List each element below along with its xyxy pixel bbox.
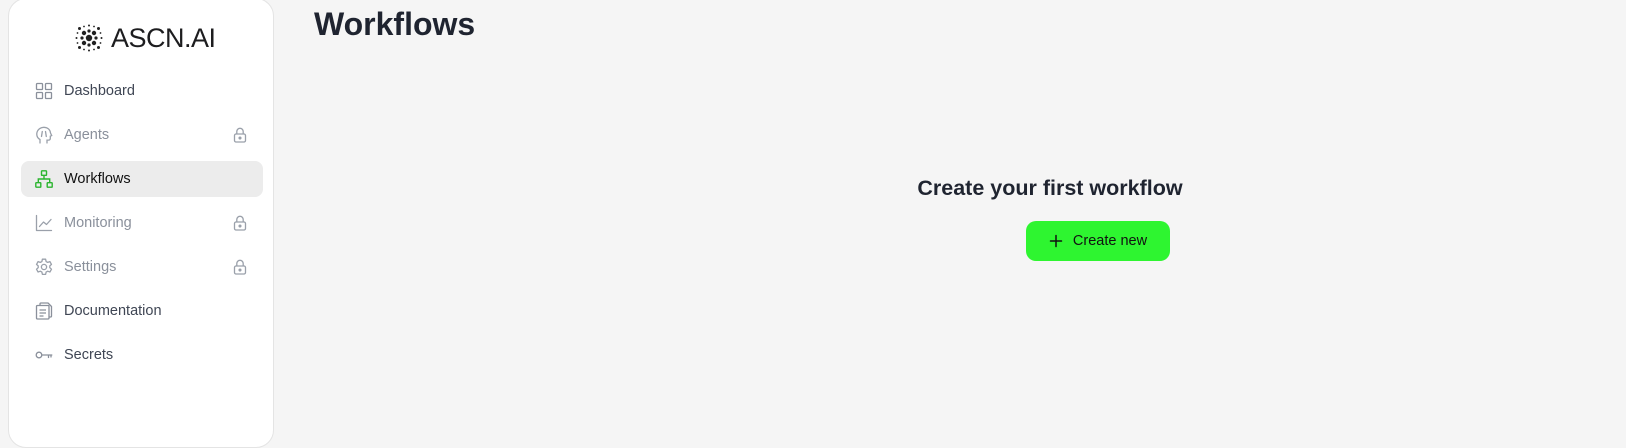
sidebar: ASCN.AI Dashboard Agents Workflows Monit… <box>8 0 274 448</box>
sidebar-item-label: Monitoring <box>64 215 132 231</box>
document-icon <box>34 301 54 321</box>
gear-icon <box>34 257 54 277</box>
page-title: Workflows <box>314 6 476 42</box>
lock-icon <box>231 258 249 276</box>
sidebar-item-agents[interactable]: Agents <box>21 117 263 153</box>
brand-name: ASCN.AI <box>111 22 216 53</box>
empty-state-title: Create your first workflow <box>917 176 1183 200</box>
create-new-button[interactable]: Create new <box>1026 221 1170 261</box>
sidebar-item-label: Workflows <box>64 171 131 187</box>
brain-icon <box>34 125 54 145</box>
sidebar-item-documentation[interactable]: Documentation <box>21 293 263 329</box>
sidebar-item-label: Agents <box>64 127 110 143</box>
sidebar-item-label: Dashboard <box>64 83 135 99</box>
sidebar-item-monitoring[interactable]: Monitoring <box>21 205 263 241</box>
sidebar-item-workflows[interactable]: Workflows <box>21 161 263 197</box>
sidebar-item-label: Settings <box>64 259 117 275</box>
lock-icon <box>231 126 249 144</box>
logo-mark-icon <box>75 24 103 52</box>
sidebar-item-label: Secrets <box>64 347 114 363</box>
sidebar-item-secrets[interactable]: Secrets <box>21 337 263 373</box>
line-chart-icon <box>34 213 54 233</box>
sidebar-item-dashboard[interactable]: Dashboard <box>21 73 263 109</box>
hierarchy-icon <box>34 169 54 189</box>
sidebar-item-settings[interactable]: Settings <box>21 249 263 285</box>
logo[interactable]: ASCN.AI <box>73 21 216 55</box>
lock-icon <box>231 214 249 232</box>
grid-icon <box>34 81 54 101</box>
key-icon <box>34 345 54 365</box>
plus-icon <box>1049 234 1063 248</box>
sidebar-item-label: Documentation <box>64 303 162 319</box>
empty-state: Create your first workflow <box>900 176 1200 201</box>
create-new-label: Create new <box>1072 233 1148 249</box>
